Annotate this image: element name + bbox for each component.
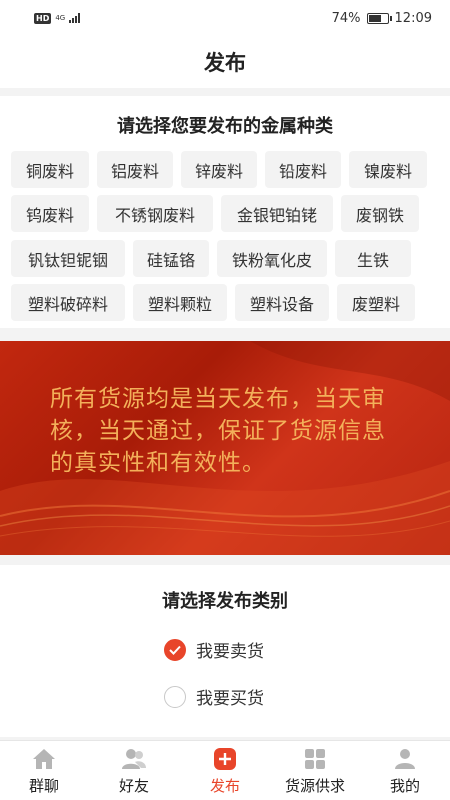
publish-plus-icon — [212, 747, 238, 771]
metal-chip[interactable]: 铜废料 — [11, 151, 89, 188]
metal-chip[interactable]: 生铁 — [335, 240, 411, 277]
header: 发布 — [0, 36, 450, 88]
metal-chip[interactable]: 废钢铁 — [341, 195, 419, 232]
metal-chip[interactable]: 塑料破碎料 — [11, 284, 125, 321]
home-icon — [31, 747, 57, 771]
publish-type-title: 请选择发布类别 — [162, 591, 288, 612]
tab-publish[interactable]: 发布 — [190, 741, 260, 800]
bottom-tab-bar: 群聊 好友 发布 货源供求 我的 — [0, 740, 450, 800]
chip-row: 塑料破碎料 塑料颗粒 塑料设备 废塑料 — [11, 284, 415, 321]
promo-banner: 所有货源均是当天发布，当天审核，当天通过，保证了货源信息的真实性和有效性。 — [0, 341, 450, 555]
metal-category-section: 请选择您要发布的金属种类 铜废料 铝废料 锌废料 铅废料 镍废料 钨废料 不锈钢… — [0, 96, 450, 328]
metal-chip[interactable]: 塑料设备 — [235, 284, 329, 321]
metal-chip[interactable]: 镍废料 — [349, 151, 427, 188]
grid-icon — [302, 747, 328, 771]
tab-supply-demand[interactable]: 货源供求 — [280, 741, 350, 800]
tab-label: 好友 — [118, 777, 149, 795]
option-buy[interactable]: 我要买货 — [164, 684, 264, 709]
clock: 12:09 — [394, 10, 432, 26]
banner-text: 所有货源均是当天发布，当天审核，当天通过，保证了货源信息的真实性和有效性。 — [50, 386, 386, 476]
radio-checked-icon[interactable] — [164, 638, 186, 661]
metal-section-title: 请选择您要发布的金属种类 — [117, 116, 333, 137]
tab-label: 货源供求 — [284, 777, 345, 795]
chip-row: 钨废料 不锈钢废料 金银钯铂铑 废钢铁 — [11, 195, 419, 232]
metal-chip[interactable]: 废塑料 — [337, 284, 415, 321]
publish-type-section: 请选择发布类别 我要卖货 我要买货 — [0, 565, 450, 737]
signal-icon — [69, 13, 81, 23]
chip-row: 铜废料 铝废料 锌废料 铅废料 镍废料 — [11, 151, 427, 188]
status-bar: HD 4G 74% 12:09 — [0, 0, 450, 36]
option-buy-label: 我要买货 — [196, 689, 264, 709]
metal-chip[interactable]: 钨废料 — [11, 195, 89, 232]
tab-mine[interactable]: 我的 — [370, 741, 440, 800]
tab-label: 群聊 — [28, 777, 59, 795]
metal-chip[interactable]: 钒钛钽铌铟 — [11, 240, 125, 277]
chip-row: 钒钛钽铌铟 硅锰铬 铁粉氧化皮 生铁 — [11, 240, 411, 277]
status-right: 74% 12:09 — [332, 11, 432, 26]
metal-chip[interactable]: 不锈钢废料 — [97, 195, 213, 232]
metal-chip[interactable]: 铅废料 — [265, 151, 341, 188]
metal-chip[interactable]: 塑料颗粒 — [133, 284, 227, 321]
metal-chip[interactable]: 铁粉氧化皮 — [217, 240, 327, 277]
tab-label: 发布 — [209, 777, 240, 795]
friends-icon — [121, 747, 147, 771]
battery-percent: 74% — [331, 10, 361, 26]
metal-chip[interactable]: 硅锰铬 — [133, 240, 209, 277]
tab-friends[interactable]: 好友 — [99, 741, 169, 800]
person-icon — [392, 747, 418, 771]
option-sell[interactable]: 我要卖货 — [164, 637, 264, 662]
tab-label: 我的 — [389, 777, 420, 795]
radio-unchecked-icon[interactable] — [164, 685, 186, 708]
page-title: 发布 — [204, 51, 246, 75]
metal-chip[interactable]: 锌废料 — [181, 151, 257, 188]
status-left: HD 4G — [34, 12, 81, 24]
metal-chip[interactable]: 金银钯铂铑 — [221, 195, 333, 232]
battery-icon — [366, 12, 392, 24]
hd-badge: HD — [34, 12, 52, 24]
option-sell-label: 我要卖货 — [196, 642, 264, 662]
network-type: 4G — [55, 13, 66, 22]
tab-group-chat[interactable]: 群聊 — [9, 741, 79, 800]
metal-chip[interactable]: 铝废料 — [97, 151, 173, 188]
